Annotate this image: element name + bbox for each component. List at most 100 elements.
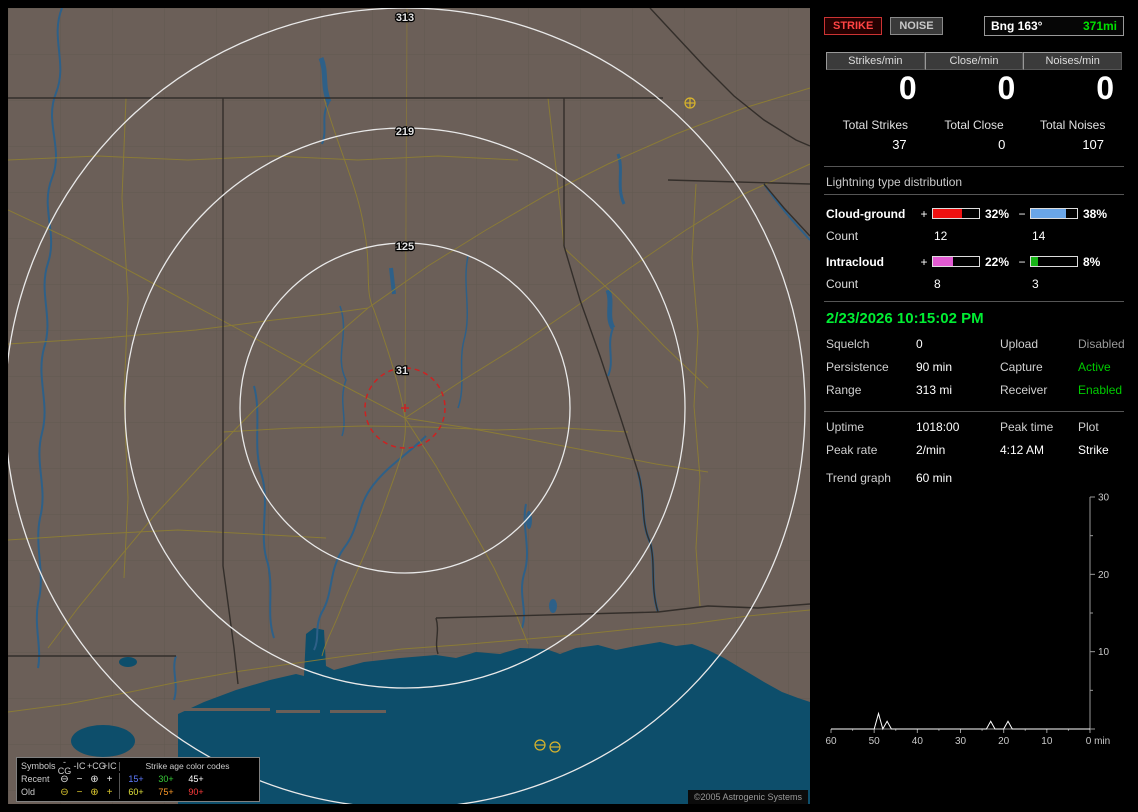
- legend-symbols-header: Symbols: [21, 761, 56, 771]
- intracloud-count-row: Count 8 3: [824, 277, 1124, 291]
- peak-time-value: 4:12 AM: [1000, 442, 1045, 457]
- bearing-display: Bng 163° 371mi: [984, 16, 1124, 36]
- range-label: Range: [826, 382, 862, 397]
- distribution-title: Lightning type distribution: [824, 175, 1124, 195]
- plus-sign: +: [920, 206, 928, 221]
- total-close-label: Total Close: [944, 117, 1004, 132]
- age-75: 75+: [158, 787, 174, 797]
- cg-minus-count: 14: [1032, 228, 1046, 243]
- uptime-label: Uptime: [826, 419, 865, 434]
- x-tick-label: 10: [1041, 736, 1053, 747]
- cg-plus-bar: [932, 208, 980, 220]
- x-tick-label: 50: [869, 736, 881, 747]
- persistence-label: Persistence: [826, 359, 889, 374]
- divider: [824, 410, 1124, 412]
- legend-col-neg-cg: -CG: [57, 756, 72, 776]
- intracloud-label: Intracloud: [826, 254, 885, 269]
- plot-value: Strike: [1078, 442, 1109, 457]
- neg-ic-old-icon: −: [76, 786, 83, 798]
- clock-box: 2/23/2026 10:15:02 PM: [824, 300, 1124, 337]
- bearing-label: Bng 163°: [991, 19, 1043, 33]
- cloud-ground-row: Cloud-ground + 32% − 38%: [824, 205, 1124, 223]
- map-legend: Symbols -CG -IC +CG +IC Strike age color…: [16, 757, 260, 802]
- cg-plus-bar-fill: [933, 209, 963, 219]
- ic-minus-count: 3: [1032, 276, 1039, 291]
- legend-old-label: Old: [21, 787, 36, 797]
- persistence-value: 90 min: [916, 359, 953, 374]
- minus-sign: −: [1018, 206, 1026, 221]
- ic-plus-bar-fill: [933, 257, 954, 267]
- cg-minus-pct: 38%: [1083, 206, 1108, 221]
- y-tick-label: 30: [1098, 492, 1110, 503]
- rate-counters: Strikes/min 0 Total Strikes 37 Close/min…: [824, 52, 1124, 152]
- status-grid: Squelch 0 Upload Disabled Persistence 90…: [824, 336, 1125, 397]
- total-close-value: 0: [998, 136, 1006, 152]
- ring-label-125: 125: [396, 241, 414, 253]
- plot-label: Plot: [1078, 419, 1099, 434]
- strikes-counter: Strikes/min 0 Total Strikes 37: [826, 52, 925, 152]
- control-panel: STRIKE NOISE Bng 163° 371mi Strikes/min …: [818, 8, 1130, 804]
- bearing-range: 371mi: [1082, 19, 1117, 33]
- x-tick-label: 20: [998, 736, 1010, 747]
- cloud-ground-count-row: Count 12 14: [824, 229, 1124, 243]
- display-mode-row: STRIKE NOISE Bng 163° 371mi: [824, 16, 1124, 36]
- lightning-map[interactable]: 313 219 125 31 Symbols -CG -IC +CG +IC S…: [8, 8, 810, 804]
- total-strikes-label: Total Strikes: [842, 117, 909, 132]
- ring-label-219: 219: [396, 126, 414, 138]
- receiver-label: Receiver: [1000, 382, 1048, 397]
- range-value: 313 mi: [916, 382, 953, 397]
- count-label: Count: [826, 276, 859, 291]
- x-tick-label: 0 min: [1086, 736, 1110, 747]
- x-tick-label: 30: [955, 736, 967, 747]
- neg-cg-recent-icon: ⊖: [60, 773, 69, 785]
- legend-recent-label: Recent: [21, 774, 50, 784]
- plus-sign: +: [920, 254, 928, 269]
- trend-graph-span: 60 min: [916, 470, 953, 485]
- strike-toggle-button[interactable]: STRIKE: [824, 17, 883, 35]
- capture-status: Active: [1078, 359, 1111, 374]
- legend-age-header: Strike age color codes: [119, 762, 255, 771]
- total-noises-label: Total Noises: [1039, 117, 1106, 132]
- total-strikes-value: 37: [892, 136, 907, 152]
- stats-grid: Uptime 1018:00 Peak time Plot Peak rate …: [824, 420, 1124, 457]
- squelch-value: 0: [916, 336, 923, 351]
- cg-plus-count: 12: [934, 228, 948, 243]
- age-45: 45+: [188, 774, 204, 784]
- pos-cg-recent-icon: ⊕: [90, 773, 99, 785]
- trend-graph-row: Trend graph 60 min: [824, 471, 1124, 485]
- age-60: 60+: [128, 787, 144, 797]
- date-time-display: 2/23/2026 10:15:02 PM: [826, 309, 984, 327]
- y-tick-label: 20: [1098, 569, 1110, 580]
- trend-graph-label: Trend graph: [826, 470, 891, 485]
- legend-col-neg-ic: -IC: [73, 761, 86, 771]
- capture-label: Capture: [1000, 359, 1043, 374]
- trend-chart-svg: 10 20 30 60 50 40 30 20 10 0 min: [825, 492, 1110, 747]
- intracloud-row: Intracloud + 22% − 8%: [824, 253, 1124, 271]
- pos-cg-old-icon: ⊕: [90, 786, 99, 798]
- trend-line: [831, 711, 1090, 730]
- uptime-value: 1018:00: [916, 419, 960, 434]
- ring-label-31: 31: [396, 365, 408, 377]
- x-tick-label: 60: [825, 736, 837, 747]
- strikes-per-min-button[interactable]: Strikes/min: [826, 52, 925, 70]
- cg-minus-bar-fill: [1031, 209, 1066, 219]
- trend-chart: 10 20 30 60 50 40 30 20 10 0 min: [824, 489, 1124, 754]
- ic-minus-bar-fill: [1031, 257, 1039, 267]
- noises-per-min-button[interactable]: Noises/min: [1023, 52, 1123, 70]
- peak-rate-value: 2/min: [916, 442, 946, 457]
- close-per-min-button[interactable]: Close/min: [924, 52, 1024, 70]
- cg-minus-bar: [1030, 208, 1078, 220]
- noises-per-min-value: 0: [1096, 70, 1115, 106]
- age-90: 90+: [188, 787, 204, 797]
- close-per-min-value: 0: [997, 70, 1016, 106]
- map-svg[interactable]: 313 219 125 31: [8, 8, 810, 804]
- divider: [824, 165, 1124, 167]
- total-noises-value: 107: [1082, 136, 1105, 152]
- upload-label: Upload: [1000, 336, 1039, 351]
- minus-sign: −: [1018, 254, 1026, 269]
- noise-toggle-button[interactable]: NOISE: [890, 17, 943, 35]
- cloud-ground-label: Cloud-ground: [826, 206, 906, 221]
- pos-ic-old-icon: +: [106, 786, 113, 798]
- noise-symbol: [684, 97, 696, 109]
- noises-counter: Noises/min 0 Total Noises 107: [1023, 52, 1123, 152]
